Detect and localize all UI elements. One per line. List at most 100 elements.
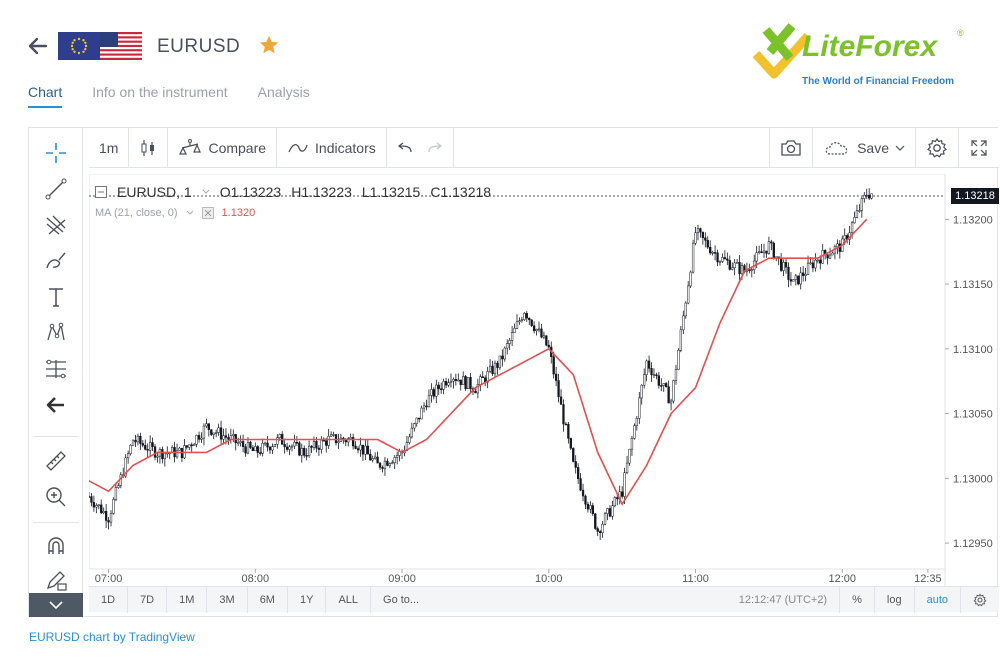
brush-tool[interactable] (39, 246, 73, 276)
settings-button[interactable] (916, 127, 959, 168)
candle-body (271, 446, 274, 451)
candle-body (107, 520, 110, 523)
candle-body (227, 437, 230, 440)
candle-body (290, 445, 294, 448)
goto-button[interactable]: Go to... (371, 587, 431, 613)
candle-body (104, 510, 108, 521)
candle-body (591, 505, 594, 515)
indicators-button[interactable]: Indicators (277, 127, 387, 168)
candle-body (816, 259, 819, 262)
fullscreen-icon (971, 139, 987, 156)
y-tick-label: 1.13200 (953, 214, 993, 226)
chart-area[interactable]: 1.13200 1.13150 1.13100 1.13050 1.13000 1.129… (89, 174, 999, 586)
log-toggle[interactable]: log (875, 586, 915, 613)
candle-body (440, 388, 443, 391)
save-button[interactable]: Save (813, 127, 916, 168)
lock-drawings-tool[interactable] (39, 566, 73, 596)
candle-body (263, 442, 267, 445)
candle-body (295, 442, 299, 444)
legend-low: L1.13215 (361, 184, 421, 200)
collapse-toolbar-button[interactable] (29, 593, 83, 617)
candle-body (540, 328, 543, 338)
candle-body (581, 489, 585, 497)
text-tool[interactable] (39, 282, 73, 312)
pattern-tool[interactable] (39, 318, 73, 348)
interval-button[interactable]: 1m (89, 127, 130, 168)
candle-body (508, 340, 511, 344)
tab-info[interactable]: Info on the instrument (92, 84, 227, 108)
pitchfork-tool[interactable] (39, 210, 73, 240)
price-chart[interactable]: 1.13200 1.13150 1.13100 1.13050 1.13000 1.129… (89, 174, 999, 586)
favorite-star-icon[interactable] (258, 34, 280, 56)
candle-body (285, 446, 289, 450)
snapshot-button[interactable] (770, 127, 814, 168)
range-1y[interactable]: 1Y (288, 586, 327, 613)
range-all[interactable]: ALL (326, 586, 372, 613)
candle-body (452, 379, 455, 382)
redo-icon[interactable] (427, 141, 443, 154)
candle-body (366, 445, 369, 455)
chevron-down-icon[interactable] (186, 210, 194, 216)
tab-chart[interactable]: Chart (28, 84, 63, 108)
crosshair-tool[interactable] (39, 138, 73, 168)
percent-toggle[interactable]: % (839, 586, 875, 613)
x-tick-label: 10:00 (535, 573, 563, 585)
magnet-tool[interactable] (39, 532, 73, 562)
candle-body (706, 240, 709, 248)
candle-body (572, 448, 575, 462)
eu-flag-icon (58, 32, 100, 60)
candle-body (139, 435, 142, 444)
candle-body (420, 407, 423, 420)
compare-button[interactable]: Compare (168, 127, 278, 168)
fullscreen-button[interactable] (959, 128, 999, 168)
prediction-tool[interactable] (39, 390, 73, 420)
chevron-down-icon[interactable] (202, 189, 210, 195)
candle-body (307, 445, 311, 456)
measure-tool[interactable] (39, 446, 73, 476)
candle-body (90, 496, 93, 503)
candle-body (207, 423, 210, 430)
candle-body (325, 440, 328, 446)
collapse-legend-icon[interactable] (95, 186, 107, 198)
candle-body (643, 374, 646, 386)
legend-symbol[interactable]: EURUSD, 1 (117, 184, 192, 200)
clock[interactable]: 12:12:47 (UTC+2) (727, 594, 839, 606)
axis-settings-button[interactable] (961, 587, 999, 613)
candle-body (97, 504, 100, 507)
magnet-icon (48, 537, 64, 554)
tradingview-attribution-link[interactable]: EURUSD chart by TradingView (29, 630, 195, 644)
candle-body (569, 438, 572, 449)
candle-body (444, 381, 448, 386)
tab-analysis[interactable]: Analysis (258, 84, 310, 108)
range-6m[interactable]: 6M (248, 586, 288, 613)
legend-open: O1.13223 (219, 184, 282, 200)
range-1m[interactable]: 1M (167, 586, 208, 613)
hide-indicator-icon[interactable] (201, 207, 214, 219)
compare-label: Compare (208, 139, 267, 156)
range-3m[interactable]: 3M (207, 586, 248, 613)
candle-body (760, 251, 763, 254)
undo-icon[interactable] (397, 141, 413, 154)
candle-body (410, 427, 413, 438)
range-7d[interactable]: 7D (128, 586, 168, 613)
back-arrow-icon[interactable] (26, 34, 50, 58)
y-tick-label: 1.12950 (953, 538, 993, 550)
fib-tool[interactable] (39, 354, 73, 384)
ma-legend-label[interactable]: MA (21, close, 0) (95, 207, 178, 219)
candle-body (234, 434, 237, 444)
zoom-tool[interactable] (39, 482, 73, 512)
candle-body (435, 384, 438, 397)
candle-body (596, 528, 599, 532)
auto-toggle[interactable]: auto (915, 586, 961, 613)
candle-body (665, 383, 668, 387)
candle-body (415, 417, 418, 424)
candle-body (652, 374, 656, 376)
y-tick-label: 1.13150 (953, 279, 993, 291)
chart-type-button[interactable] (129, 127, 169, 168)
x-tick-label: 12:35 (914, 573, 942, 585)
candle-body (662, 383, 665, 386)
trend-line-tool[interactable] (39, 174, 73, 204)
candle-body (794, 275, 797, 280)
range-1d[interactable]: 1D (89, 586, 129, 613)
candle-body (601, 523, 604, 533)
